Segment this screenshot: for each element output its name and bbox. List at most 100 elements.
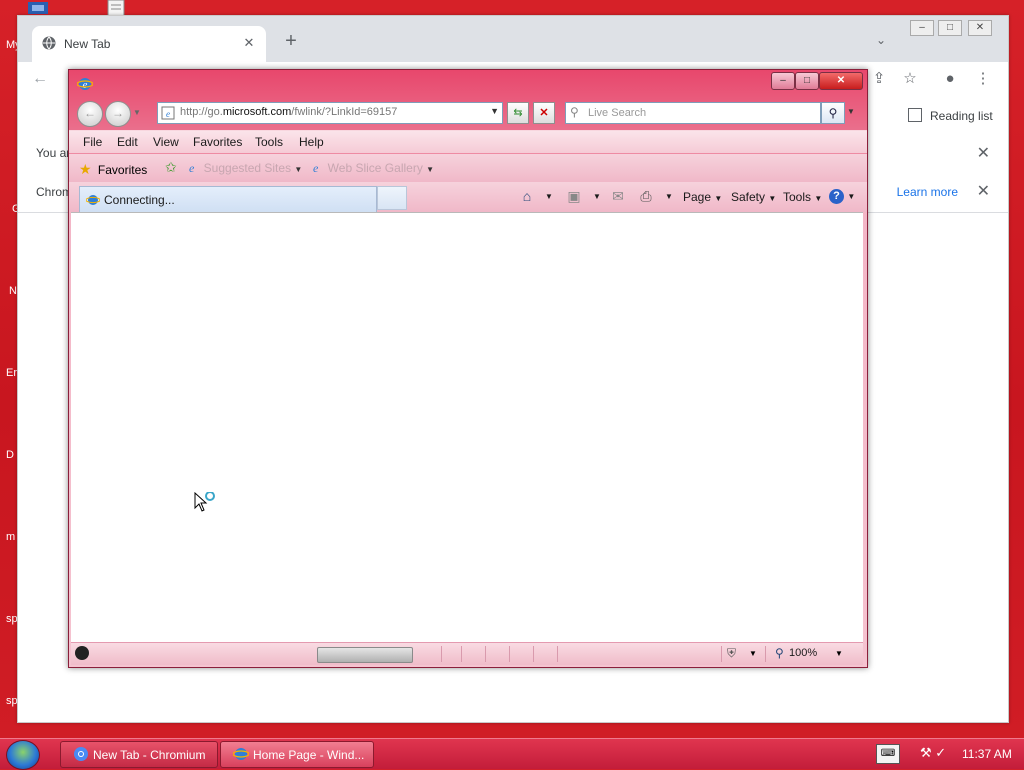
menu-edit[interactable]: Edit <box>117 135 138 149</box>
help-menu[interactable]: ? ▼ <box>829 188 855 204</box>
safety-menu[interactable]: Safety ▼ <box>731 190 776 204</box>
address-prefix: http://go. <box>180 106 223 118</box>
new-tab-button[interactable]: + <box>282 31 300 51</box>
ie-close-button[interactable]: ✕ <box>819 72 863 90</box>
zoom-level[interactable]: 100% <box>789 647 817 659</box>
refresh-button[interactable]: ⇆ <box>507 102 529 124</box>
network-icon[interactable] <box>24 0 54 16</box>
ie-page-icon: e <box>189 161 195 175</box>
chevron-down-icon[interactable]: ▼ <box>749 649 757 658</box>
favorites-star-icon: ★ <box>79 161 92 177</box>
ie-page-icon: e <box>313 161 319 175</box>
menu-help[interactable]: Help <box>299 135 324 149</box>
desktop-icon-label[interactable]: sp <box>6 613 18 625</box>
address-bar[interactable]: e http://go.microsoft.com/fwlink/?LinkId… <box>157 102 503 124</box>
tools-menu[interactable]: Tools ▼ <box>783 190 822 204</box>
clock[interactable]: 11:37 AM <box>962 747 1012 761</box>
desktop-icon-label[interactable]: N <box>9 285 17 297</box>
zoom-icon[interactable]: ⚲ <box>775 646 784 660</box>
print-dropdown-icon[interactable]: ▼ <box>665 192 673 201</box>
start-button[interactable] <box>6 740 40 770</box>
back-button[interactable]: ← <box>77 101 103 127</box>
share-icon[interactable]: ⇪ <box>868 68 890 90</box>
chromium-icon <box>74 747 88 761</box>
status-divider <box>557 646 558 662</box>
chevron-down-icon: ▼ <box>847 192 856 201</box>
close-icon[interactable]: ✕ <box>977 181 990 201</box>
new-tab-button[interactable] <box>377 186 407 210</box>
info-bar-text: You ar <box>36 146 71 160</box>
add-to-favorites-bar-icon[interactable]: ✩ <box>165 159 177 176</box>
desktop-icon-label[interactable]: m <box>6 531 15 543</box>
ie-minimize-button[interactable]: – <box>771 72 795 90</box>
minimize-button[interactable]: – <box>910 20 934 36</box>
menu-file[interactable]: File <box>83 135 102 149</box>
reading-list-button[interactable]: Reading list <box>908 108 993 123</box>
tray-icons[interactable]: ⚒ ✓ <box>920 745 946 761</box>
safety-menu-label: Safety <box>731 190 766 204</box>
page-content[interactable] <box>71 212 863 643</box>
ie-maximize-button[interactable]: □ <box>795 72 819 90</box>
network-tray-icon[interactable]: ⚒ <box>920 745 932 760</box>
zoom-dropdown-icon[interactable]: ▼ <box>835 649 843 658</box>
search-input[interactable]: ⚲ Live Search <box>565 102 821 124</box>
desktop-icon-label[interactable]: sp <box>6 695 18 707</box>
forward-button[interactable]: → <box>105 101 131 127</box>
menu-icon[interactable]: ⋮ <box>972 68 994 90</box>
favorites-label: Favorites <box>97 163 148 177</box>
loading-clock-icon <box>75 646 89 660</box>
tab-connecting[interactable]: Connecting... <box>79 186 377 213</box>
reading-list-label: Reading list <box>930 109 993 123</box>
close-icon[interactable]: ✕ <box>977 143 990 163</box>
print-icon[interactable]: ⎙ <box>637 187 655 205</box>
protected-mode-icon[interactable]: ⛨ <box>727 646 736 661</box>
tab-title: New Tab <box>64 37 111 51</box>
tab-new-tab[interactable]: New Tab ✕ <box>32 26 266 62</box>
address-dropdown-icon[interactable]: ▼ <box>490 106 499 116</box>
profile-icon[interactable]: ● <box>939 68 961 90</box>
menu-view[interactable]: View <box>153 135 179 149</box>
web-slice-gallery-label: Web Slice Gallery <box>327 161 423 175</box>
favorites-button[interactable]: ★ Favorites <box>79 161 147 178</box>
learn-more-link[interactable]: Learn more <box>897 185 958 199</box>
taskbar-chromium-button[interactable]: New Tab - Chromium <box>60 741 218 768</box>
suggested-sites-button[interactable]: e Suggested Sites ▼ <box>189 161 302 176</box>
search-icon: ⚲ <box>570 105 579 119</box>
volume-tray-icon[interactable]: ✓ <box>935 745 946 760</box>
address-url: http://go.microsoft.com/fwlink/?LinkId=6… <box>180 106 397 118</box>
home-dropdown-icon[interactable]: ▼ <box>545 192 553 201</box>
status-divider <box>461 646 462 662</box>
mail-icon[interactable]: ✉ <box>609 187 627 205</box>
suggested-sites-label: Suggested Sites <box>203 161 292 175</box>
status-divider <box>509 646 510 662</box>
search-options-dropdown-icon[interactable]: ▼ <box>845 102 857 122</box>
page-icon: e <box>161 106 175 120</box>
back-arrow-icon[interactable]: ← <box>32 70 48 88</box>
web-slice-gallery-button[interactable]: e Web Slice Gallery ▼ <box>313 161 434 176</box>
desktop-icon-label[interactable]: D <box>6 449 14 461</box>
stop-button[interactable]: ✕ <box>533 102 555 124</box>
help-icon: ? <box>829 189 844 204</box>
menu-favorites[interactable]: Favorites <box>193 135 242 149</box>
ie-navigation-bar: ← → ▼ e http://go.microsoft.com/fwlink/?… <box>75 100 861 127</box>
search-button[interactable]: ⚲ <box>821 102 845 124</box>
close-tab-icon[interactable]: ✕ <box>240 34 258 52</box>
star-icon[interactable]: ☆ <box>899 68 921 90</box>
chevron-down-icon[interactable]: ⌄ <box>876 33 886 47</box>
recent-pages-dropdown-icon[interactable]: ▼ <box>133 108 141 117</box>
document-icon[interactable] <box>106 0 126 16</box>
status-divider <box>485 646 486 662</box>
ie-tab-icon <box>86 195 100 205</box>
status-divider <box>721 646 722 662</box>
taskbar-ie-button[interactable]: Home Page - Wind... <box>220 741 374 768</box>
close-window-button[interactable]: ✕ <box>968 20 992 36</box>
home-icon[interactable]: ⌂ <box>518 187 536 205</box>
taskbar-ie-label: Home Page - Wind... <box>253 748 365 762</box>
keyboard-icon[interactable]: ⌨ <box>876 744 900 764</box>
maximize-button[interactable]: □ <box>938 20 962 36</box>
page-menu[interactable]: Page ▼ <box>683 190 722 204</box>
desktop-icon-label[interactable]: Er <box>6 367 17 379</box>
feeds-dropdown-icon[interactable]: ▼ <box>593 192 601 201</box>
feeds-icon[interactable]: ▣ <box>565 187 583 205</box>
menu-tools[interactable]: Tools <box>255 135 283 149</box>
